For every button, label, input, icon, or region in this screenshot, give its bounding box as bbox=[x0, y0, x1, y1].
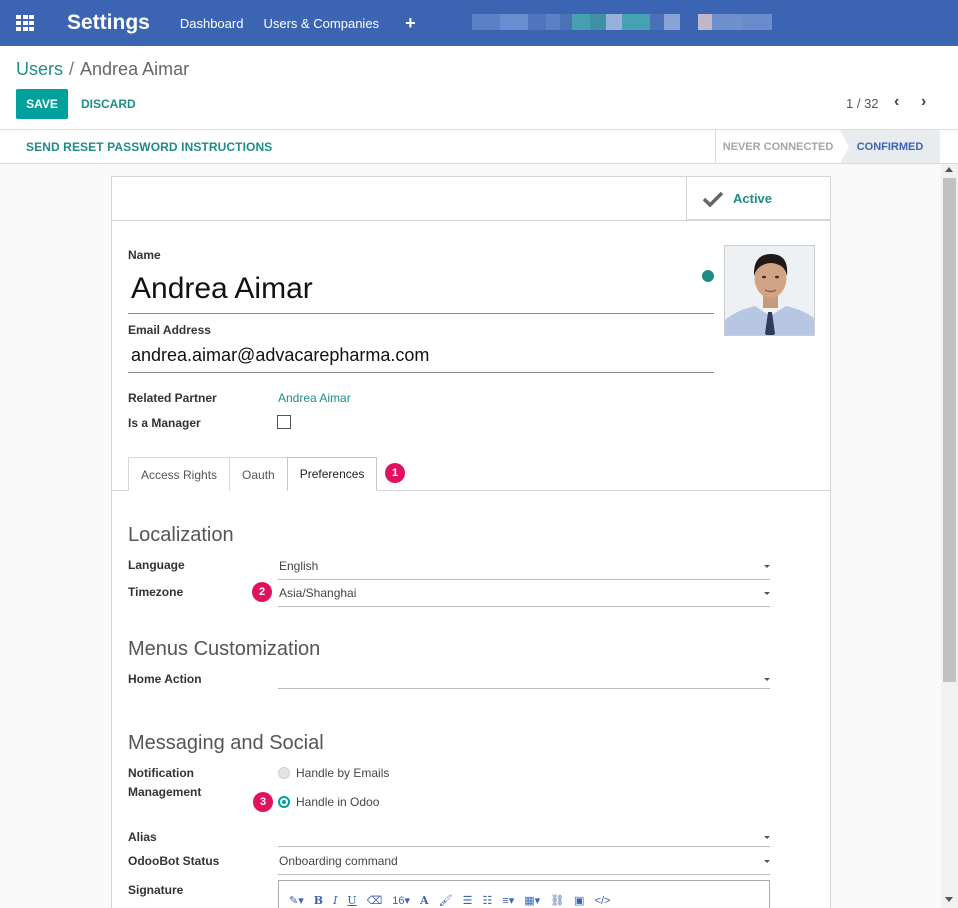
font-size-value: 16 bbox=[392, 895, 405, 907]
name-label: Name bbox=[128, 248, 161, 262]
table-icon[interactable]: ▦▾ bbox=[524, 894, 540, 907]
notification-label-line1: Notification bbox=[128, 766, 194, 780]
odoobot-status-label: OdooBot Status bbox=[128, 854, 220, 868]
scrollbar-thumb[interactable] bbox=[943, 178, 956, 682]
odoobot-status-select[interactable]: Onboarding command bbox=[278, 848, 770, 875]
plus-icon[interactable]: + bbox=[405, 13, 416, 34]
nav-users-companies[interactable]: Users & Companies bbox=[263, 16, 379, 31]
stage-confirmed[interactable]: CONFIRMED bbox=[840, 130, 940, 163]
scroll-up-icon[interactable] bbox=[945, 167, 953, 172]
home-action-select[interactable] bbox=[278, 662, 770, 689]
numbered-list-icon[interactable]: ☷ bbox=[482, 894, 492, 907]
bullet-list-icon[interactable]: ☰ bbox=[463, 894, 473, 907]
language-value: English bbox=[279, 559, 319, 573]
save-button[interactable]: SAVE bbox=[16, 89, 68, 119]
related-partner-link[interactable]: Andrea Aimar bbox=[278, 391, 351, 405]
signature-label: Signature bbox=[128, 883, 184, 897]
pager-value[interactable]: 1 / 32 bbox=[846, 96, 879, 111]
top-navbar: Settings Dashboard Users & Companies + bbox=[0, 0, 958, 46]
caret-down-icon bbox=[764, 678, 770, 681]
tab-oauth[interactable]: Oauth bbox=[229, 457, 288, 491]
step-badge-1: 1 bbox=[385, 463, 405, 483]
language-label: Language bbox=[128, 558, 185, 572]
menus-customization-title: Menus Customization bbox=[128, 638, 321, 660]
tab-access-rights[interactable]: Access Rights bbox=[128, 457, 231, 491]
step-badge-3: 3 bbox=[253, 792, 273, 812]
caret-down-icon bbox=[764, 860, 770, 863]
timezone-label: Timezone bbox=[128, 585, 184, 599]
editor-toolbar: ✎▾ B I U ⌫ 16▾ A 🖌 ☰ ☷ ≡▾ ▦▾ ⛓ ▣ </> bbox=[289, 894, 620, 907]
odoobot-status-value: Onboarding command bbox=[279, 854, 398, 868]
code-view-icon[interactable]: </> bbox=[595, 895, 611, 907]
breadcrumb-separator: / bbox=[69, 59, 75, 79]
language-select[interactable]: English bbox=[278, 553, 770, 580]
alias-label: Alias bbox=[128, 830, 157, 844]
font-color-icon[interactable]: A bbox=[420, 894, 429, 907]
related-partner-label: Related Partner bbox=[128, 391, 217, 405]
send-reset-password-button[interactable]: SEND RESET PASSWORD INSTRUCTIONS bbox=[26, 140, 272, 154]
magic-wand-icon[interactable]: ✎▾ bbox=[289, 894, 304, 907]
obscured-systray bbox=[472, 14, 772, 30]
chevron-right-icon[interactable]: › bbox=[921, 94, 935, 110]
chevron-left-icon[interactable]: ‹ bbox=[894, 94, 908, 110]
control-panel: Users / Andrea Aimar SAVE DISCARD 1 / 32 ‹… bbox=[0, 46, 958, 130]
alias-input[interactable] bbox=[278, 820, 770, 847]
eraser-icon[interactable]: ⌫ bbox=[367, 894, 383, 907]
stage-never-connected[interactable]: NEVER CONNECTED bbox=[715, 130, 840, 163]
step-badge-2: 2 bbox=[252, 582, 272, 602]
font-size-dropdown[interactable]: 16▾ bbox=[392, 894, 410, 907]
radio-handle-in-odoo[interactable] bbox=[278, 796, 290, 808]
nav-dashboard[interactable]: Dashboard bbox=[180, 16, 244, 31]
app-title[interactable]: Settings bbox=[67, 11, 150, 35]
handle-by-emails-label[interactable]: Handle by Emails bbox=[296, 766, 389, 780]
timezone-value: Asia/Shanghai bbox=[279, 586, 357, 600]
discard-button[interactable]: DISCARD bbox=[81, 97, 136, 111]
stage-arrow bbox=[840, 130, 849, 164]
align-icon[interactable]: ≡▾ bbox=[502, 894, 514, 907]
handle-in-odoo-label[interactable]: Handle in Odoo bbox=[296, 795, 379, 809]
is-manager-label: Is a Manager bbox=[128, 416, 201, 430]
email-label: Email Address bbox=[128, 323, 211, 337]
is-manager-checkbox[interactable] bbox=[277, 415, 291, 429]
italic-icon[interactable]: I bbox=[333, 894, 337, 907]
active-toggle-button[interactable]: Active bbox=[686, 177, 831, 220]
caret-down-icon bbox=[764, 565, 770, 568]
breadcrumb: Users / Andrea Aimar bbox=[16, 59, 189, 80]
localization-title: Localization bbox=[128, 524, 234, 546]
underline-icon[interactable]: U bbox=[347, 894, 356, 907]
paint-brush-icon[interactable]: 🖌 bbox=[439, 894, 453, 907]
active-label: Active bbox=[733, 191, 773, 206]
scroll-down-icon[interactable] bbox=[945, 897, 953, 902]
caret-down-icon bbox=[764, 592, 770, 595]
home-action-label: Home Action bbox=[128, 672, 202, 686]
messaging-title: Messaging and Social bbox=[128, 732, 324, 754]
status-bar: SEND RESET PASSWORD INSTRUCTIONS NEVER C… bbox=[0, 130, 958, 164]
breadcrumb-users[interactable]: Users bbox=[16, 59, 63, 79]
breadcrumb-current: Andrea Aimar bbox=[80, 59, 190, 79]
email-input[interactable]: andrea.aimar@advacarepharma.com bbox=[128, 342, 714, 373]
timezone-select[interactable]: Asia/Shanghai bbox=[278, 580, 770, 607]
check-icon bbox=[702, 191, 724, 207]
caret-down-icon bbox=[764, 836, 770, 839]
apps-menu-icon[interactable] bbox=[0, 0, 50, 46]
image-icon[interactable]: ▣ bbox=[574, 894, 584, 907]
notebook-tabs: Access Rights Oauth Preferences bbox=[128, 457, 378, 491]
notification-label-line2: Management bbox=[128, 785, 202, 799]
bold-icon[interactable]: B bbox=[314, 894, 323, 907]
name-input[interactable]: Andrea Aimar bbox=[128, 269, 714, 314]
globe-translate-icon[interactable] bbox=[702, 270, 714, 282]
link-icon[interactable]: ⛓ bbox=[550, 894, 564, 907]
tab-preferences[interactable]: Preferences bbox=[286, 457, 378, 491]
signature-editor[interactable]: ✎▾ B I U ⌫ 16▾ A 🖌 ☰ ☷ ≡▾ ▦▾ ⛓ ▣ </> bbox=[278, 880, 770, 908]
form-sheet: Active Name Andrea Aimar Email Address a… bbox=[111, 176, 831, 908]
button-box-divider bbox=[112, 220, 831, 221]
radio-handle-by-emails[interactable] bbox=[278, 767, 290, 779]
avatar[interactable] bbox=[724, 245, 815, 336]
